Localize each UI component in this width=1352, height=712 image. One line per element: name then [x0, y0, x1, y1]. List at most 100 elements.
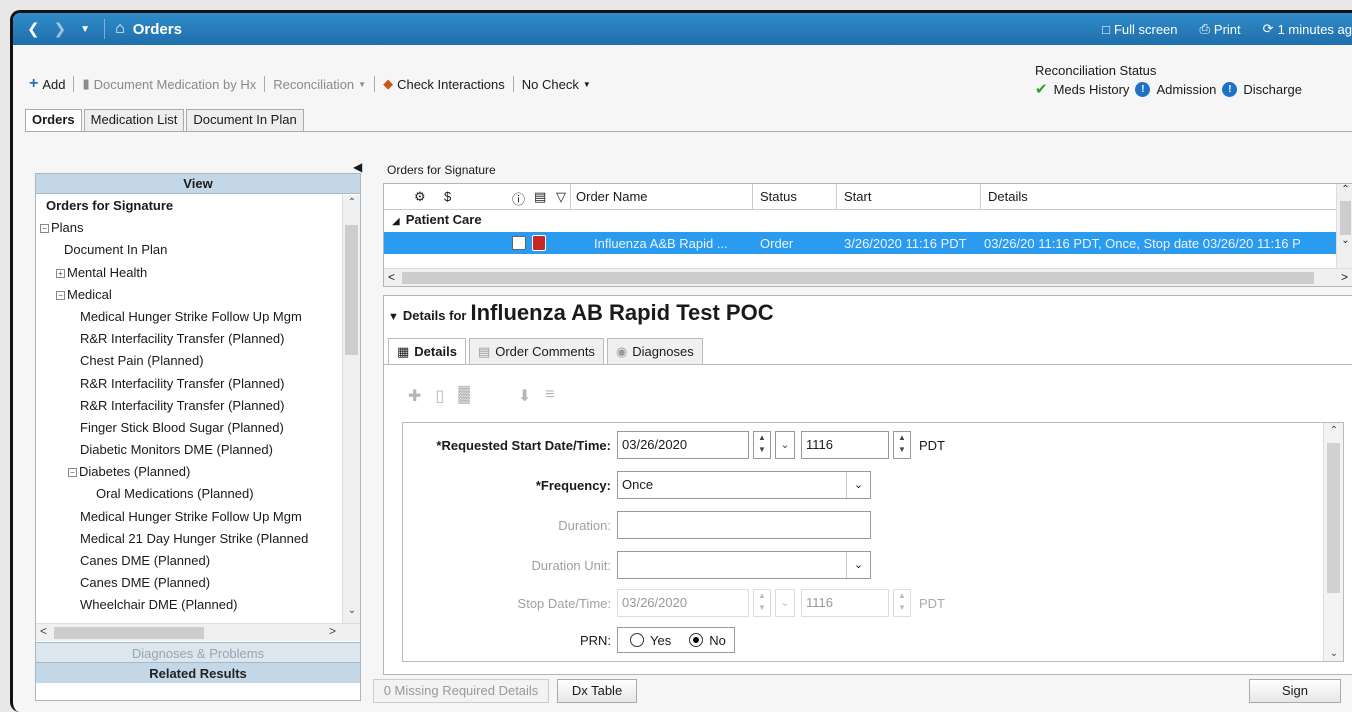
scroll-thumb[interactable] — [402, 272, 1314, 284]
chevron-down-icon[interactable]: ⌄ — [1341, 235, 1349, 246]
home-icon[interactable]: ⌂ — [115, 20, 125, 38]
move-down-icon[interactable]: ⬇ — [518, 386, 531, 406]
print-button[interactable]: ⎙ Print — [1200, 21, 1241, 37]
chevron-down-icon[interactable]: ⌄ — [343, 605, 361, 621]
collapse-icon[interactable]: − — [68, 468, 77, 478]
tab-medication-list[interactable]: Medication List — [83, 109, 185, 131]
tree-item[interactable]: Diabetic Monitors DME (Planned) — [36, 439, 342, 461]
scroll-thumb[interactable] — [1327, 443, 1340, 593]
start-time-spinner[interactable]: ▲ ▼ — [893, 431, 911, 459]
frequency-select[interactable]: Once ⌄ — [617, 471, 871, 499]
tree-item-orders-for-signature[interactable]: Orders for Signature — [36, 195, 342, 217]
tree-item[interactable]: Chest Pain (Planned) — [36, 350, 342, 372]
tree-item[interactable]: Document In Plan — [36, 239, 342, 261]
stop-time-spinner[interactable]: ▲ ▼ — [893, 589, 911, 617]
chevron-up-icon[interactable]: ⌃ — [343, 197, 361, 213]
tree-item-mental-health[interactable]: + Mental Health — [36, 262, 342, 284]
grid-vertical-scrollbar[interactable]: ⌃ ⌄ — [1336, 184, 1352, 270]
history-dropdown-icon[interactable]: ▼ — [80, 24, 90, 35]
form-vertical-scrollbar[interactable]: ⌃ ⌄ — [1323, 423, 1343, 661]
admission-link[interactable]: Admission — [1156, 82, 1216, 97]
start-date-input[interactable]: 03/26/2020 — [617, 431, 749, 459]
expand-icon[interactable]: + — [56, 268, 65, 278]
tab-details[interactable]: ▦ Details — [388, 338, 466, 364]
tree-item[interactable]: Canes DME (Planned) — [36, 550, 342, 572]
chevron-up-icon[interactable]: ⌃ — [1341, 184, 1349, 195]
duration-unit-select[interactable]: ⌄ — [617, 551, 871, 579]
prn-yes-radio[interactable] — [630, 633, 644, 647]
filter-column-icon[interactable]: ▽ — [556, 189, 566, 205]
dx-table-button[interactable]: Dx Table — [557, 679, 637, 703]
full-screen-button[interactable]: □ Full screen — [1102, 22, 1177, 37]
collapse-panel-icon[interactable]: ◀ — [353, 160, 362, 174]
collapse-icon[interactable]: − — [56, 290, 65, 300]
chevron-left-icon[interactable]: < — [388, 270, 395, 284]
sign-button[interactable]: Sign — [1249, 679, 1341, 703]
back-arrow-icon[interactable]: ❮ — [27, 20, 40, 38]
table-row[interactable]: Influenza A&B Rapid ... Order 3/26/2020 … — [384, 232, 1336, 254]
missing-details-button[interactable]: 0 Missing Required Details — [373, 679, 549, 703]
tree-item[interactable]: R&R Interfacility Transfer (Planned) — [36, 328, 342, 350]
document-medication-button[interactable]: ▮ Document Medication by Hx — [82, 76, 256, 92]
tree-horizontal-scrollbar[interactable]: < > — [36, 623, 360, 641]
no-check-dropdown[interactable]: No Check ▼ — [522, 77, 591, 92]
collapse-icon[interactable]: − — [40, 224, 49, 234]
collapse-group-icon[interactable]: ◢ — [392, 216, 400, 227]
prn-yes-label[interactable]: Yes — [650, 633, 671, 648]
scroll-thumb[interactable] — [345, 225, 358, 355]
column-status[interactable]: Status — [760, 189, 797, 204]
comment-column-icon[interactable]: ▤ — [534, 189, 546, 205]
tree-item[interactable]: Medical Hunger Strike Follow Up Mgm — [36, 306, 342, 328]
help-column-icon[interactable]: ⓘ — [512, 189, 525, 208]
discharge-link[interactable]: Discharge — [1243, 82, 1302, 97]
tree-item[interactable]: Medical 21 Day Hunger Strike (Planned — [36, 528, 342, 550]
scroll-thumb[interactable] — [1340, 201, 1351, 235]
medication-icon[interactable]: ▯ — [435, 386, 444, 406]
forward-arrow-icon[interactable]: ❯ — [54, 20, 67, 38]
column-start[interactable]: Start — [844, 189, 871, 204]
prn-no-radio[interactable] — [689, 633, 704, 647]
tree-item[interactable]: Finger Stick Blood Sugar (Planned) — [36, 417, 342, 439]
collapse-all-icon[interactable]: ≡ — [545, 386, 554, 406]
group-patient-care[interactable]: ◢ Patient Care — [392, 212, 482, 227]
reconciliation-dropdown[interactable]: Reconciliation ▼ — [273, 77, 366, 92]
column-order-name[interactable]: Order Name — [576, 189, 648, 204]
interaction-column-icon[interactable]: ⚙ — [414, 189, 426, 205]
column-dollar[interactable]: $ — [444, 189, 451, 204]
tree-item[interactable]: Oral Medications (Planned) — [36, 483, 342, 505]
chevron-down-icon[interactable]: ⌄ — [1324, 648, 1344, 659]
column-details[interactable]: Details — [988, 189, 1028, 204]
start-date-calendar-dropdown[interactable]: ⌄ — [775, 431, 795, 459]
chevron-right-icon[interactable]: > — [329, 624, 336, 638]
stop-date-calendar-dropdown[interactable]: ⌄ — [775, 589, 795, 617]
chevron-up-icon[interactable]: ⌃ — [1324, 425, 1344, 436]
tree-item[interactable]: Canes DME (Planned) — [36, 572, 342, 594]
tab-document-in-plan[interactable]: Document In Plan — [186, 109, 304, 131]
check-interactions-button[interactable]: ◆ Check Interactions — [383, 76, 505, 92]
tree-item[interactable]: Medical Hunger Strike Follow Up Mgm — [36, 506, 342, 528]
add-button[interactable]: + Add — [29, 75, 65, 93]
tab-orders[interactable]: Orders — [25, 109, 82, 131]
chart-icon[interactable]: ▓ — [458, 386, 470, 406]
add-detail-icon[interactable]: ✚ — [408, 386, 421, 406]
grid-horizontal-scrollbar[interactable]: < > — [384, 268, 1352, 286]
chevron-left-icon[interactable]: < — [40, 624, 47, 638]
tab-order-comments[interactable]: ▤ Order Comments — [468, 338, 604, 364]
related-results-bar[interactable]: Related Results — [36, 662, 360, 683]
prn-no-label[interactable]: No — [709, 633, 726, 648]
tree-vertical-scrollbar[interactable]: ⌃ ⌄ — [342, 195, 360, 623]
start-date-spinner[interactable]: ▲ ▼ — [753, 431, 771, 459]
tree-item-medical[interactable]: − Medical — [36, 284, 342, 306]
stop-date-spinner[interactable]: ▲ ▼ — [753, 589, 771, 617]
tree-item-diabetes[interactable]: − Diabetes (Planned) — [36, 461, 342, 483]
collapse-details-icon[interactable]: ▼ — [388, 311, 399, 323]
tree-item[interactable]: Wheelchair DME (Planned) — [36, 594, 342, 616]
stop-date-input[interactable]: 03/26/2020 — [617, 589, 749, 617]
start-time-input[interactable]: 1116 — [801, 431, 889, 459]
tab-diagnoses[interactable]: ◉ Diagnoses — [606, 338, 703, 364]
refresh-button[interactable]: ⟳ 1 minutes ag — [1263, 21, 1352, 37]
duration-input[interactable] — [617, 511, 871, 539]
tree-item-plans[interactable]: − Plans — [36, 217, 342, 239]
scroll-thumb[interactable] — [54, 627, 204, 639]
meds-history-link[interactable]: Meds History — [1054, 82, 1130, 97]
